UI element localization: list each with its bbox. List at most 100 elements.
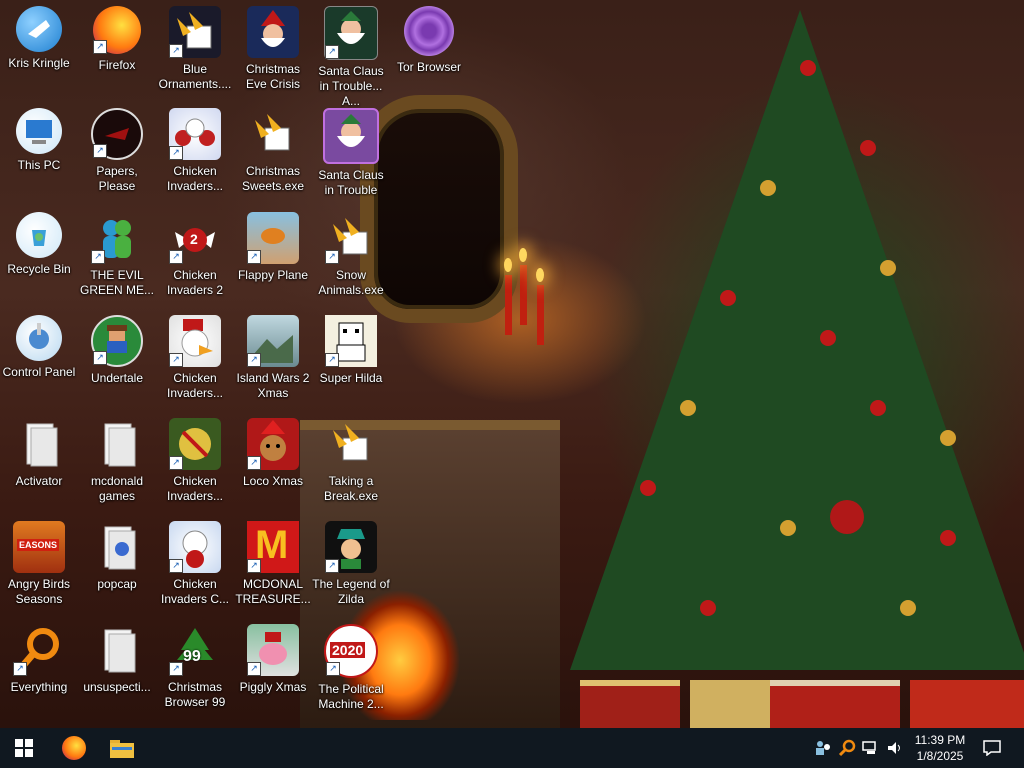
chicken-invaders-icon: ↗ [169, 418, 221, 470]
desktop-icon-taking-a-break[interactable]: Taking a Break.exe [312, 418, 390, 504]
papers-please-icon: ↗ [91, 108, 143, 160]
icon-label: Loco Xmas [242, 474, 304, 488]
wallpaper-gift [690, 680, 770, 728]
icon-label: Control Panel [2, 365, 76, 379]
desktop-icon-christmas-sweets[interactable]: Christmas Sweets.exe [234, 108, 312, 194]
kris-kringle-icon [16, 6, 62, 52]
shortcut-arrow-icon: ↗ [247, 250, 261, 264]
desktop-icon-chicken-invaders-3[interactable]: ↗ Chicken Invaders... [156, 315, 234, 401]
computer-icon [16, 108, 62, 154]
tray-search-everything-icon[interactable] [836, 728, 858, 768]
desktop-icon-the-evil-green-me[interactable]: ↗ THE EVIL GREEN ME... [78, 212, 156, 298]
desktop-icon-flappy-plane[interactable]: ↗ Flappy Plane [234, 212, 312, 283]
messenger-icon: ↗ [91, 212, 143, 264]
desktop-icon-activator[interactable]: Activator [0, 418, 78, 489]
undertale-icon: ↗ [91, 315, 143, 367]
icon-label: Angry Birds Seasons [7, 577, 71, 606]
desktop-icon-tor-browser[interactable]: Tor Browser [390, 6, 468, 75]
shortcut-arrow-icon: ↗ [13, 662, 27, 676]
desktop-icon-papers-please[interactable]: ↗ Papers, Please [78, 108, 156, 194]
icon-label: Tor Browser [396, 60, 461, 74]
notification-icon [983, 740, 1001, 756]
icon-label: THE EVIL GREEN ME... [79, 268, 154, 297]
icon-label: Santa Claus in Trouble [318, 168, 384, 197]
wallpaper-ornament [940, 430, 956, 446]
desktop-icon-chicken-invaders-4[interactable]: ↗ Chicken Invaders... [156, 418, 234, 504]
desktop-icon-popcap[interactable]: popcap [78, 521, 156, 592]
desktop-icon-mcdonal-treasure[interactable]: M ↗ MCDONAL TREASURE... [234, 521, 312, 607]
desktop-icon-mcdonald-games[interactable]: mcdonald games [78, 418, 156, 504]
taskbar-file-explorer-button[interactable] [98, 728, 146, 768]
desktop-icon-blue-ornaments[interactable]: ↗ Blue Ornaments.... [156, 6, 234, 92]
mcdonalds-icon: M ↗ [247, 521, 299, 573]
desktop-icon-undertale[interactable]: ↗ Undertale [78, 315, 156, 386]
wallpaper-ornament [830, 500, 864, 534]
icon-label: Christmas Sweets.exe [241, 164, 305, 193]
icon-label: Undertale [90, 371, 144, 385]
icon-label: Piggly Xmas [239, 680, 307, 694]
folder-icon [91, 624, 143, 676]
icon-label: Taking a Break.exe [323, 474, 379, 503]
network-icon[interactable] [860, 728, 882, 768]
wallpaper-gift [580, 680, 680, 728]
desktop-icon-christmas-browser-99[interactable]: 99 ↗ Christmas Browser 99 [156, 624, 234, 710]
desktop-icon-super-hilda[interactable]: ↗ Super Hilda [312, 315, 390, 386]
desktop-icon-firefox[interactable]: ↗ Firefox [78, 6, 156, 73]
icon-label: Recycle Bin [7, 262, 71, 276]
icon-label: Kris Kringle [8, 56, 70, 70]
desktop-icon-recycle-bin[interactable]: Recycle Bin [0, 212, 78, 277]
desktop-icon-political-machine[interactable]: 2020 ↗ The Political Machine 2... [312, 624, 390, 712]
start-button[interactable] [0, 728, 48, 768]
desktop-icon-everything[interactable]: ↗ Everything [0, 624, 78, 695]
folder-icon [91, 418, 143, 470]
desktop-icon-kris-kringle[interactable]: Kris Kringle [0, 6, 78, 71]
icon-label: Flappy Plane [237, 268, 309, 282]
desktop-icon-unsuspecti[interactable]: unsuspecti... [78, 624, 156, 695]
desktop-icon-loco-xmas[interactable]: ↗ Loco Xmas [234, 418, 312, 489]
island-wars-icon: ↗ [247, 315, 299, 367]
chicken-invaders-icon: ↗ [169, 521, 221, 573]
exe-icon: ↗ [325, 212, 377, 264]
icon-label: Chicken Invaders 2 [166, 268, 224, 297]
desktop-icon-christmas-eve-crisis[interactable]: Christmas Eve Crisis [234, 6, 312, 92]
wallpaper-ornament [820, 330, 836, 346]
taskbar-firefox-button[interactable] [50, 728, 98, 768]
desktop-icon-chicken-invaders-c[interactable]: ↗ Chicken Invaders C... [156, 521, 234, 607]
desktop-icon-chicken-invaders-2[interactable]: 2 ↗ Chicken Invaders 2 [156, 212, 234, 298]
firefox-icon: ↗ [93, 6, 141, 54]
shortcut-arrow-icon: ↗ [325, 559, 339, 573]
desktop-icon-legend-of-zilda[interactable]: ↗ The Legend of Zilda [312, 521, 390, 607]
wallpaper-candle [505, 275, 512, 335]
shortcut-arrow-icon: ↗ [326, 662, 340, 676]
political-machine-icon: 2020 ↗ [324, 624, 378, 678]
desktop-icon-control-panel[interactable]: Control Panel [0, 315, 78, 380]
icon-label: Super Hilda [319, 371, 383, 385]
icon-label: Santa Claus in Trouble... A... [318, 64, 384, 108]
desktop-icon-chicken-invaders-1[interactable]: ↗ Chicken Invaders... [156, 108, 234, 194]
icon-label: Blue Ornaments.... [158, 62, 232, 91]
desktop-icon-santa-claus-in-trouble[interactable]: Santa Claus in Trouble [312, 108, 390, 198]
icon-label: Chicken Invaders... [166, 474, 224, 503]
notification-center-button[interactable] [980, 728, 1004, 768]
desktop-icon-piggly-xmas[interactable]: ↗ Piggly Xmas [234, 624, 312, 695]
wallpaper-candle [537, 285, 544, 345]
desktop-icon-island-wars-2-xmas[interactable]: ↗ Island Wars 2 Xmas [234, 315, 312, 401]
icon-label: Christmas Browser 99 [164, 680, 226, 709]
wallpaper-ornament [900, 600, 916, 616]
shortcut-arrow-icon: ↗ [325, 353, 339, 367]
tray-people-icon[interactable] [812, 728, 834, 768]
shortcut-arrow-icon: ↗ [247, 559, 261, 573]
shortcut-arrow-icon: ↗ [93, 351, 107, 365]
desktop-icon-angry-birds-seasons[interactable]: EASONS Angry Birds Seasons [0, 521, 78, 607]
wallpaper-ornament [870, 400, 886, 416]
clock-time: 11:39 PM [914, 733, 966, 747]
shortcut-arrow-icon: ↗ [325, 45, 339, 59]
taskbar-clock[interactable]: 11:39 PM 1/8/2025 [900, 732, 980, 764]
wallpaper-ornament [760, 180, 776, 196]
wallpaper-ornament [700, 600, 716, 616]
desktop-icon-snow-animals[interactable]: ↗ Snow Animals.exe [312, 212, 390, 298]
icon-label: MCDONAL TREASURE... [235, 577, 311, 606]
desktop-icon-santa-claus-trouble-a[interactable]: ↗ Santa Claus in Trouble... A... [312, 6, 390, 109]
exe-icon: ↗ [169, 6, 221, 58]
desktop-icon-this-pc[interactable]: This PC [0, 108, 78, 173]
